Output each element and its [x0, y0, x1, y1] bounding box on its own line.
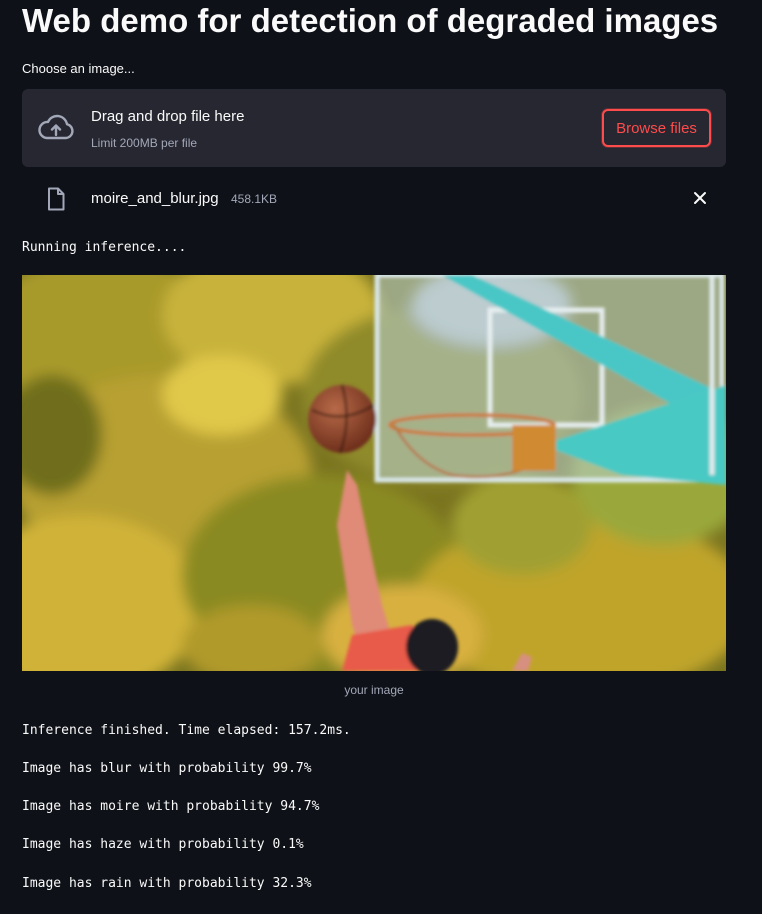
close-icon[interactable] — [690, 188, 710, 208]
running-status: Running inference.... — [22, 240, 187, 255]
result-moire: Image has moire with probability 94.7% — [22, 799, 320, 814]
dropzone-limit: Limit 200MB per file — [91, 136, 198, 150]
result-blur: Image has blur with probability 99.7% — [22, 761, 312, 776]
image-caption: your image — [344, 683, 404, 697]
inference-finished: Inference finished. Time elapsed: 157.2m… — [22, 723, 351, 738]
result-haze: Image has haze with probability 0.1% — [22, 837, 304, 852]
cloud-upload-icon — [38, 114, 74, 140]
uploaded-file-row: moire_and_blur.jpg 458.1KB — [22, 183, 726, 215]
file-icon — [48, 187, 65, 211]
file-name: moire_and_blur.jpg — [91, 190, 219, 207]
dropzone-instructions: Drag and drop file here — [91, 108, 245, 125]
result-rain: Image has rain with probability 32.3% — [22, 876, 312, 891]
basketball-photo — [22, 275, 726, 671]
browse-files-button[interactable]: Browse files — [602, 109, 711, 147]
uploader-label: Choose an image... — [22, 61, 135, 76]
file-dropzone[interactable]: Drag and drop file here Limit 200MB per … — [22, 89, 726, 167]
page-title: Web demo for detection of degraded image… — [22, 2, 719, 39]
uploaded-image — [22, 275, 726, 671]
file-size: 458.1KB — [231, 192, 278, 206]
